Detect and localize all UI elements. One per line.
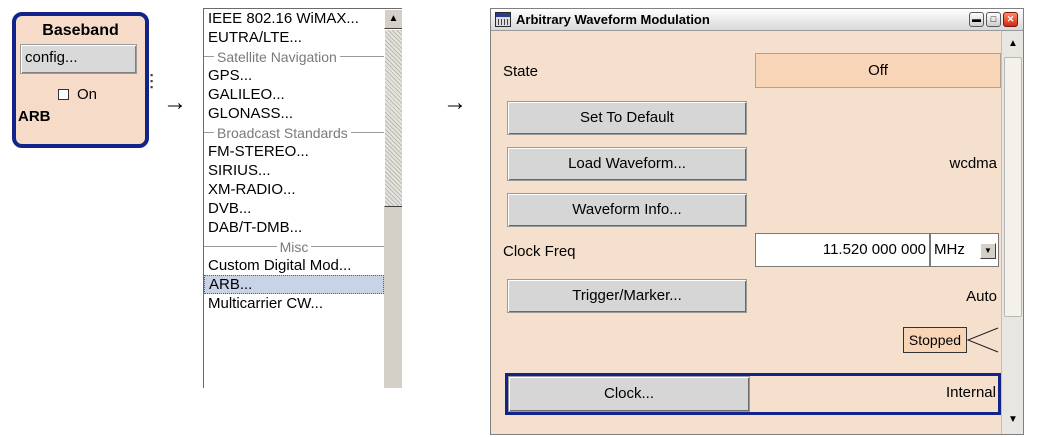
baseband-block[interactable]: Baseband config... On ARB xyxy=(12,12,149,148)
baseband-title: Baseband xyxy=(42,22,119,39)
status-badge: Stopped xyxy=(903,327,967,353)
close-icon[interactable]: ✕ xyxy=(1003,12,1018,27)
state-toggle[interactable]: Off xyxy=(755,53,1001,88)
menu-item-selected[interactable]: ARB... xyxy=(204,275,384,294)
clock-freq-unit-select[interactable]: MHz ▼ xyxy=(930,233,999,267)
trigger-value: Auto xyxy=(966,288,997,305)
clock-value: Internal xyxy=(945,384,996,401)
clock-freq-label: Clock Freq xyxy=(503,243,576,260)
menu-item[interactable]: Custom Digital Mod... xyxy=(204,256,384,275)
menu-item[interactable]: DVB... xyxy=(204,199,384,218)
menu-separator: Satellite Navigation xyxy=(204,47,384,66)
dialog-body: State Off Set To Default Load Waveform..… xyxy=(491,31,1001,434)
set-to-default-button[interactable]: Set To Default xyxy=(507,101,747,135)
trigger-marker-button[interactable]: Trigger/Marker... xyxy=(507,279,747,313)
menu-item[interactable]: SIRIUS... xyxy=(204,161,384,180)
menu-item[interactable]: Multicarrier CW... xyxy=(204,294,384,313)
clock-row[interactable]: Clock... Internal xyxy=(505,373,1001,415)
menu-item[interactable]: GALILEO... xyxy=(204,85,384,104)
menu-item[interactable]: GLONASS... xyxy=(204,104,384,123)
scrollbar-thumb[interactable] xyxy=(1004,57,1022,317)
window-app-icon xyxy=(495,12,511,27)
menu-separator-label: Misc xyxy=(279,238,309,255)
waveform-info-button[interactable]: Waveform Info... xyxy=(507,193,747,227)
standards-menu[interactable]: IEEE 802.16 WiMAX... EUTRA/LTE... Satellit… xyxy=(203,8,402,388)
menu-separator: Misc xyxy=(204,237,384,256)
menu-separator: Broadcast Standards xyxy=(204,123,384,142)
arb-dialog: Arbitrary Waveform Modulation ▬ □ ✕ Stat… xyxy=(490,8,1024,435)
menu-item[interactable]: IEEE 802.16 WiMAX... xyxy=(204,9,384,28)
menu-item[interactable]: EUTRA/LTE... xyxy=(204,28,384,47)
menu-item[interactable]: FM-STEREO... xyxy=(204,142,384,161)
menu-item[interactable]: GPS... xyxy=(204,66,384,85)
menu-item[interactable]: DAB/T-DMB... xyxy=(204,218,384,237)
scroll-down-icon[interactable]: ▼ xyxy=(1004,409,1022,431)
load-waveform-button[interactable]: Load Waveform... xyxy=(507,147,747,181)
menu-item[interactable]: XM-RADIO... xyxy=(204,180,384,199)
clock-freq-input[interactable]: 11.520 000 000 xyxy=(755,233,930,267)
dialog-titlebar[interactable]: Arbitrary Waveform Modulation ▬ □ ✕ xyxy=(491,9,1023,31)
separator-line xyxy=(204,132,214,133)
waveform-value: wcdma xyxy=(949,155,997,172)
state-label: State xyxy=(503,63,539,80)
unit-value: MHz xyxy=(934,241,965,258)
baseband-on-checkbox[interactable]: On xyxy=(58,84,97,104)
dialog-title: Arbitrary Waveform Modulation xyxy=(516,12,710,27)
menu-scrollbar[interactable]: ▲ xyxy=(384,9,402,388)
chevron-down-icon[interactable]: ▼ xyxy=(980,243,996,259)
separator-line xyxy=(204,246,277,247)
scroll-up-icon[interactable]: ▲ xyxy=(1004,33,1022,55)
scrollbar-thumb[interactable] xyxy=(384,29,402,207)
dialog-scrollbar[interactable]: ▲ ▼ xyxy=(1001,31,1023,434)
flow-arrow-icon: → xyxy=(163,89,187,116)
separator-line xyxy=(204,56,214,57)
menu-separator-label: Broadcast Standards xyxy=(217,124,348,141)
flow-arrow-icon: → xyxy=(443,89,467,116)
baseband-config-button[interactable]: config... xyxy=(20,44,137,74)
separator-line xyxy=(311,246,384,247)
grip-icon: ▪ ▪ ▪ xyxy=(150,70,154,92)
baseband-on-label: On xyxy=(77,85,98,103)
menu-list: IEEE 802.16 WiMAX... EUTRA/LTE... Satellit… xyxy=(204,9,384,313)
separator-line xyxy=(339,56,384,57)
separator-line xyxy=(350,132,384,133)
checkbox-icon[interactable] xyxy=(58,88,69,100)
menu-separator-label: Satellite Navigation xyxy=(217,48,337,65)
baseband-mode-label: ARB xyxy=(18,108,51,125)
minimize-icon[interactable]: ▬ xyxy=(969,12,984,27)
maximize-icon[interactable]: □ xyxy=(986,12,1001,27)
scroll-up-icon[interactable]: ▲ xyxy=(384,9,402,29)
status-flag-icon xyxy=(966,327,999,353)
clock-button[interactable]: Clock... xyxy=(508,376,750,412)
